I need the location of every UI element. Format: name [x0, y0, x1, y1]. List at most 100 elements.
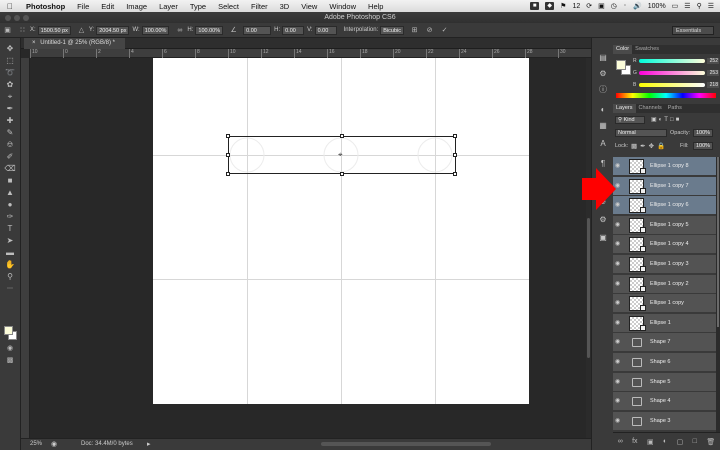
y-input[interactable]: 2004.50 px	[96, 25, 130, 35]
canvas-workspace[interactable]: ⌖	[30, 58, 586, 438]
tool-presets-panel-icon[interactable]: ⚙	[597, 214, 609, 226]
character-panel-icon[interactable]: A	[597, 138, 609, 150]
menu-help[interactable]: Help	[362, 2, 389, 11]
menu-app-photoshop[interactable]: Photoshop	[20, 2, 71, 11]
vertical-skew-input[interactable]: 0.00	[314, 25, 337, 35]
transform-handle[interactable]	[453, 153, 457, 157]
tab-color[interactable]: Color	[613, 45, 633, 54]
transform-handle[interactable]	[453, 172, 457, 176]
search-icon[interactable]: ⚲	[697, 2, 702, 10]
tab-paths[interactable]: Paths	[665, 104, 685, 113]
document-canvas[interactable]: ⌖	[153, 58, 529, 404]
marquee-tool-icon[interactable]: ⬚	[4, 56, 16, 66]
blue-value[interactable]: 218	[707, 82, 719, 88]
screen-mode-icon[interactable]: ▩	[4, 356, 16, 366]
layer-name[interactable]: Ellipse 1 copy 4	[650, 241, 689, 247]
layer-name[interactable]: Shape 3	[650, 418, 671, 424]
tool-preset-icon[interactable]: ▣	[3, 26, 12, 35]
adjustment-layer-icon[interactable]: ◐	[663, 438, 667, 445]
horizontal-ruler[interactable]: 10 0 2 4 6 8 10 12 14 16 18 20 22 24 26 28 30	[30, 49, 591, 58]
opacity-input[interactable]: 100%	[693, 129, 713, 137]
minimize-window-button[interactable]	[14, 15, 20, 21]
transform-handle[interactable]	[226, 172, 230, 176]
layer-filter-select[interactable]: ⚲ Kind	[615, 116, 645, 124]
layer-name[interactable]: Ellipse 1 copy 7	[650, 183, 689, 189]
fill-input[interactable]: 100%	[693, 142, 713, 150]
green-value[interactable]: 253	[707, 70, 719, 76]
layer-row[interactable]: ◉ Shape 3	[613, 411, 716, 431]
menu-select[interactable]: Select	[212, 2, 245, 11]
time-machine-icon[interactable]: ◷	[611, 2, 617, 10]
menu-layer[interactable]: Layer	[153, 2, 184, 11]
sync-icon[interactable]: ⟳	[586, 2, 592, 10]
visibility-eye-icon[interactable]: ◉	[615, 418, 623, 424]
menu-type[interactable]: Type	[184, 2, 212, 11]
visibility-eye-icon[interactable]: ◉	[615, 222, 623, 228]
layer-name[interactable]: Shape 4	[650, 398, 671, 404]
brush-tool-icon[interactable]: ✎	[4, 128, 16, 138]
3d-panel-icon[interactable]: ▣	[597, 232, 609, 244]
hand-tool-icon[interactable]: ✋	[4, 260, 16, 270]
cancel-transform-icon[interactable]: ⊘	[425, 26, 434, 35]
layer-name[interactable]: Ellipse 1 copy 2	[650, 281, 689, 287]
crop-tool-icon[interactable]: ⌖	[4, 92, 16, 102]
healing-brush-tool-icon[interactable]: ✚	[4, 116, 16, 126]
gradient-tool-icon[interactable]: ■	[4, 176, 16, 186]
history-brush-tool-icon[interactable]: ✐	[4, 152, 16, 162]
layers-scrollbar[interactable]	[716, 157, 720, 432]
link-layers-icon[interactable]: ∞	[618, 438, 623, 445]
layer-name[interactable]: Shape 7	[650, 339, 671, 345]
adjustments-panel-icon[interactable]: ◐	[597, 104, 609, 116]
layers-scroll-thumb[interactable]	[717, 157, 719, 327]
tab-layers[interactable]: Layers	[613, 104, 636, 113]
menu-window[interactable]: Window	[323, 2, 362, 11]
visibility-eye-icon[interactable]: ◉	[615, 183, 623, 189]
interpolation-select[interactable]: Bicubic	[380, 25, 405, 35]
quick-select-tool-icon[interactable]: ✿	[4, 80, 16, 90]
clone-stamp-tool-icon[interactable]: ⎊	[4, 140, 16, 150]
layer-row[interactable]: ◉ Ellipse 1 copy 7	[613, 176, 716, 196]
horizontal-skew-input[interactable]: 0.00	[282, 25, 305, 35]
add-mask-icon[interactable]: ▣	[647, 438, 654, 446]
type-tool-icon[interactable]: T	[4, 224, 16, 234]
red-value[interactable]: 252	[707, 58, 719, 64]
visibility-eye-icon[interactable]: ◉	[615, 202, 623, 208]
new-layer-icon[interactable]: □	[693, 438, 697, 445]
battery-icon[interactable]: ▭	[672, 2, 679, 10]
menu-3d[interactable]: 3D	[274, 2, 296, 11]
visibility-eye-icon[interactable]: ◉	[615, 320, 623, 326]
menu-view[interactable]: View	[295, 2, 323, 11]
dropbox-icon[interactable]: ◆	[545, 2, 555, 10]
transform-center-icon[interactable]: ⌖	[338, 150, 343, 160]
app-status-icon[interactable]: ■	[530, 2, 540, 10]
vertical-scroll-thumb[interactable]	[587, 218, 590, 358]
color-spectrum-bar[interactable]	[616, 93, 716, 98]
wifi-icon[interactable]: ☰	[684, 2, 690, 10]
display-icon[interactable]: ▣	[598, 2, 605, 10]
reference-point-icon[interactable]: ∷	[18, 26, 27, 35]
tab-channels[interactable]: Channels	[636, 104, 665, 113]
layer-name[interactable]: Ellipse 1 copy 5	[650, 222, 689, 228]
visibility-eye-icon[interactable]: ◉	[615, 300, 623, 306]
layer-filter-icons[interactable]: ▣◐T□■	[651, 116, 681, 123]
visibility-eye-icon[interactable]: ◉	[615, 261, 623, 267]
visibility-eye-icon[interactable]: ◉	[615, 359, 623, 365]
layer-row[interactable]: ◉ Shape 6	[613, 353, 716, 372]
properties-panel-icon[interactable]: ⚙	[597, 68, 609, 80]
layer-row[interactable]: ◉ Ellipse 1 copy	[613, 294, 716, 314]
bluetooth-icon[interactable]: ᛫	[623, 3, 627, 10]
layer-name[interactable]: Ellipse 1 copy 6	[650, 202, 689, 208]
layer-row[interactable]: ◉ Ellipse 1 copy 4	[613, 235, 716, 255]
foreground-color-swatch[interactable]	[4, 326, 13, 335]
visibility-eye-icon[interactable]: ◉	[615, 163, 623, 169]
layer-name[interactable]: Ellipse 1	[650, 320, 671, 326]
red-slider[interactable]	[639, 59, 705, 63]
layer-row[interactable]: ◉ Ellipse 1 copy 6	[613, 196, 716, 216]
info-panel-icon[interactable]: ⓘ	[597, 84, 609, 96]
delete-layer-icon[interactable]: 🗑	[706, 438, 715, 446]
transform-handle[interactable]	[226, 153, 230, 157]
angle-input[interactable]: 0.00	[243, 25, 272, 35]
lock-icons[interactable]: ▩✒✥🔒	[631, 142, 668, 150]
menu-image[interactable]: Image	[120, 2, 153, 11]
blur-tool-icon[interactable]: ▲	[4, 188, 16, 198]
